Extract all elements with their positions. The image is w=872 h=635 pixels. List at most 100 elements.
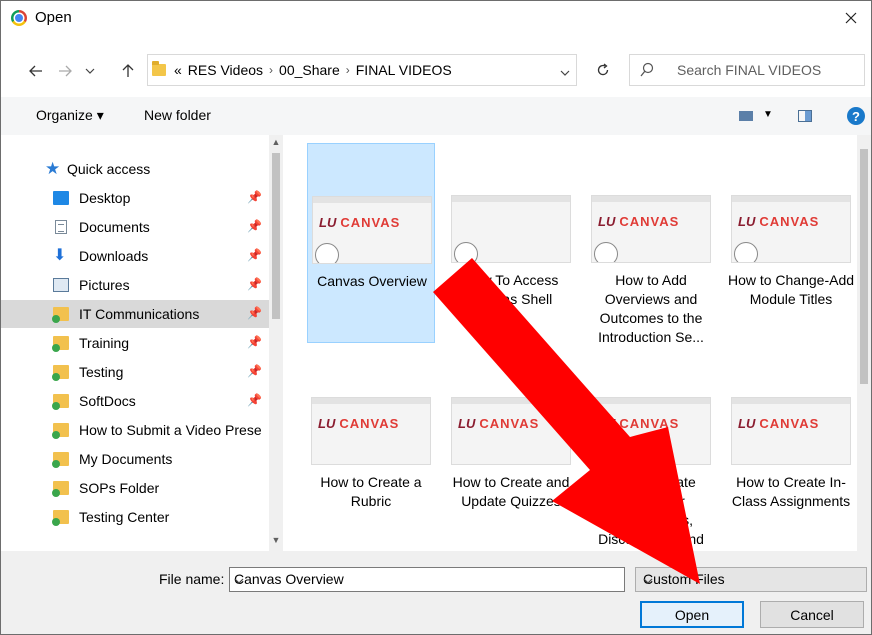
- pin-icon[interactable]: 📌: [247, 190, 262, 204]
- star-icon: ★: [45, 159, 61, 178]
- folder-icon: [152, 61, 166, 76]
- file-tile-module-titles[interactable]: LU CANVAS How to Change-Add Module Titles: [727, 143, 855, 343]
- dialog-footer: File name: Canvas Overview Custom Files …: [1, 551, 871, 634]
- cloud-sync-icon: [454, 242, 478, 262]
- file-view: LU CANVAS Canvas Overview How To Access C…: [283, 135, 857, 551]
- shared-folder-icon: [52, 423, 69, 439]
- sidebar-item-testing[interactable]: Testing 📌: [1, 358, 269, 386]
- chevron-down-icon[interactable]: [234, 571, 618, 587]
- address-bar[interactable]: « RES Videos › 00_Share › FINAL VIDEOS: [147, 54, 577, 86]
- open-file-dialog: Open « RES Videos › 00_Share › FINAL VID…: [0, 0, 872, 635]
- file-name-label: How to Add Overviews and Outcomes to the…: [598, 272, 704, 345]
- breadcrumb-overflow[interactable]: «: [174, 62, 182, 78]
- shared-folder-icon: [52, 394, 69, 410]
- pin-icon[interactable]: 📌: [247, 393, 262, 407]
- file-type-select[interactable]: Custom Files: [635, 567, 867, 592]
- sidebar-item-testing-center[interactable]: Testing Center: [1, 503, 269, 531]
- breadcrumb-final-videos[interactable]: FINAL VIDEOS: [356, 62, 452, 78]
- sidebar-item-quick-access[interactable]: ★ Quick access: [1, 155, 269, 183]
- sidebar-item-my-documents[interactable]: My Documents: [1, 445, 269, 473]
- file-tile-canvas-overview[interactable]: LU CANVAS Canvas Overview: [307, 143, 435, 343]
- video-thumbnail: LU CANVAS: [731, 195, 851, 263]
- cancel-button[interactable]: Cancel: [760, 601, 864, 628]
- search-icon: [640, 62, 654, 81]
- pictures-icon: [53, 278, 69, 292]
- pin-icon[interactable]: 📌: [247, 306, 262, 320]
- file-tile-add-overviews[interactable]: LU CANVAS How to Add Overviews and Outcom…: [587, 143, 715, 345]
- video-thumbnail: [451, 195, 571, 263]
- navigation-pane: ★ Quick access Desktop 📌 Documents 📌 ⬇ D…: [1, 135, 283, 551]
- file-view-scrollbar-thumb[interactable]: [860, 149, 868, 384]
- pin-icon[interactable]: 📌: [247, 364, 262, 378]
- chrome-icon: [11, 10, 27, 26]
- file-name-label: How to Create Rubrics for Assignments, D…: [598, 474, 704, 551]
- sidebar-item-how-to-submit[interactable]: How to Submit a Video Prese: [1, 416, 269, 444]
- view-dropdown-icon[interactable]: ▼: [763, 109, 773, 120]
- file-name-label: How to Change-Add Module Titles: [727, 272, 855, 307]
- open-button[interactable]: Open: [640, 601, 744, 628]
- documents-icon: [55, 220, 67, 234]
- file-tile-in-class-assignments[interactable]: LU CANVAS How to Create In-Class Assignme…: [727, 345, 855, 545]
- chevron-down-icon[interactable]: [643, 571, 860, 587]
- shared-folder-icon: [52, 365, 69, 381]
- search-input[interactable]: Search FINAL VIDEOS: [677, 62, 821, 78]
- sidebar-item-training[interactable]: Training 📌: [1, 329, 269, 357]
- video-thumbnail: LU CANVAS: [312, 196, 432, 264]
- sidebar-item-label: SoftDocs: [79, 393, 136, 409]
- cloud-sync-icon: [594, 242, 618, 262]
- desktop-icon: [53, 191, 69, 205]
- sidebar-item-documents[interactable]: Documents 📌: [1, 213, 269, 241]
- pin-icon[interactable]: 📌: [247, 219, 262, 233]
- breadcrumb-00-share[interactable]: 00_Share: [279, 62, 340, 78]
- file-name-input[interactable]: Canvas Overview: [229, 567, 625, 592]
- refresh-button[interactable]: [584, 54, 622, 86]
- sidebar-item-softdocs[interactable]: SoftDocs 📌: [1, 387, 269, 415]
- video-thumbnail: LU CANVAS: [311, 397, 431, 465]
- close-button[interactable]: [831, 1, 871, 35]
- file-tile-create-rubrics-assignments[interactable]: LU CANVAS How to Create Rubrics for Assig…: [587, 345, 715, 551]
- view-options-icon[interactable]: [739, 111, 753, 121]
- shared-folder-icon: [52, 307, 69, 323]
- file-name-label: How to Create In-Class Assignments: [731, 474, 851, 509]
- search-box[interactable]: Search FINAL VIDEOS: [629, 54, 865, 86]
- scroll-up-icon[interactable]: ▲: [269, 137, 283, 147]
- breadcrumb-res-videos[interactable]: RES Videos: [188, 62, 263, 78]
- sidebar-item-label: Downloads: [79, 248, 149, 264]
- back-button[interactable]: [25, 60, 47, 82]
- address-dropdown-button[interactable]: [560, 63, 570, 79]
- navigation-bar: « RES Videos › 00_Share › FINAL VIDEOS S…: [1, 51, 871, 91]
- up-button[interactable]: [117, 60, 139, 82]
- pin-icon[interactable]: 📌: [247, 248, 262, 262]
- sidebar-item-it-communications[interactable]: IT Communications 📌: [1, 300, 269, 328]
- up-arrow-icon: [122, 64, 134, 77]
- breadcrumb-separator-icon[interactable]: ›: [346, 63, 350, 77]
- file-name-label: File name:: [159, 571, 225, 587]
- sidebar-item-desktop[interactable]: Desktop 📌: [1, 184, 269, 212]
- breadcrumb-separator-icon[interactable]: ›: [269, 63, 273, 77]
- pin-icon[interactable]: 📌: [247, 335, 262, 349]
- organize-menu[interactable]: Organize ▾: [36, 107, 104, 124]
- forward-button[interactable]: [54, 60, 76, 82]
- recent-locations-button[interactable]: [83, 60, 97, 82]
- chevron-down-icon: [560, 70, 570, 76]
- file-tile-access-canvas-shell[interactable]: How To Access Canvas Shell: [447, 143, 575, 343]
- sidebar-item-label: Training: [79, 335, 130, 351]
- sidebar-item-downloads[interactable]: ⬇ Downloads 📌: [1, 242, 269, 270]
- file-name-label: Canvas Overview: [317, 273, 427, 289]
- sidebar-item-label: Testing Center: [79, 509, 170, 525]
- file-tile-create-quizzes[interactable]: LU CANVAS How to Create and Update Quizze…: [447, 345, 575, 545]
- video-thumbnail: LU CANVAS: [591, 195, 711, 263]
- downloads-icon: ⬇: [53, 247, 67, 264]
- sidebar-item-pictures[interactable]: Pictures 📌: [1, 271, 269, 299]
- shared-folder-icon: [52, 481, 69, 497]
- preview-pane-icon[interactable]: [798, 110, 812, 122]
- sidebar-item-sops-folder[interactable]: SOPs Folder: [1, 474, 269, 502]
- help-icon[interactable]: ?: [847, 107, 865, 125]
- file-tile-create-rubric[interactable]: LU CANVAS How to Create a Rubric: [307, 345, 435, 545]
- pin-icon[interactable]: 📌: [247, 277, 262, 291]
- new-folder-button[interactable]: New folder: [144, 107, 211, 123]
- video-thumbnail: LU CANVAS: [731, 397, 851, 465]
- sidebar-scrollbar-thumb[interactable]: [272, 153, 280, 319]
- title-bar: Open: [1, 1, 871, 35]
- scroll-down-icon[interactable]: ▼: [269, 535, 283, 545]
